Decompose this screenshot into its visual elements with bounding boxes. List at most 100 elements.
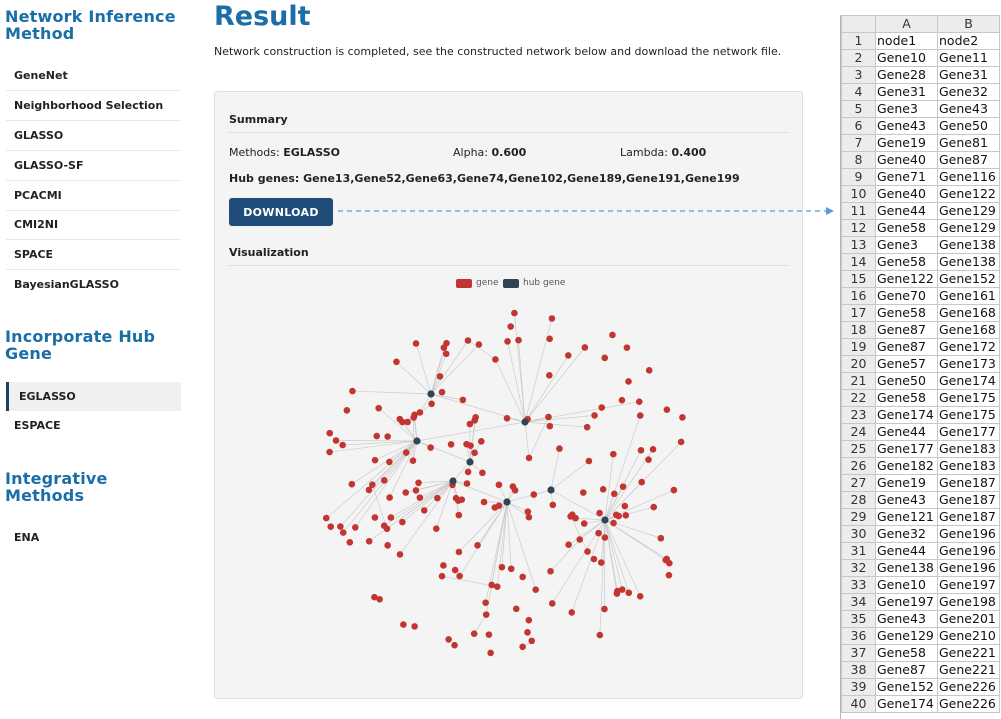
gene-node[interactable]: [583, 423, 591, 431]
gene-node[interactable]: [488, 581, 495, 589]
row-number[interactable]: 37: [841, 644, 876, 662]
cell-node2[interactable]: Gene196: [937, 525, 1000, 543]
gene-node[interactable]: [580, 520, 588, 527]
cell-node1[interactable]: Gene43: [875, 491, 938, 509]
cell-node1[interactable]: Gene174: [875, 695, 938, 713]
gene-node[interactable]: [569, 511, 576, 519]
gene-node[interactable]: [455, 497, 462, 504]
row-number[interactable]: 8: [841, 151, 876, 169]
gene-node[interactable]: [339, 529, 347, 536]
menu-item-glasso-sf[interactable]: GLASSO-SF: [6, 151, 181, 181]
gene-node[interactable]: [601, 354, 609, 362]
gene-node[interactable]: [579, 489, 587, 496]
gene-node[interactable]: [619, 483, 627, 490]
cell-node1[interactable]: Gene44: [875, 423, 938, 441]
row-number[interactable]: 1: [841, 32, 876, 50]
cell-node2[interactable]: Gene122: [937, 185, 1000, 203]
cell-node2[interactable]: Gene138: [937, 236, 1000, 254]
gene-node[interactable]: [657, 534, 665, 542]
row-number[interactable]: 38: [841, 661, 876, 679]
row-number[interactable]: 17: [841, 304, 876, 322]
gene-node[interactable]: [470, 630, 478, 638]
gene-node[interactable]: [576, 536, 584, 543]
gene-node[interactable]: [482, 611, 490, 618]
row-number[interactable]: 34: [841, 593, 876, 611]
gene-node[interactable]: [622, 511, 630, 519]
gene-node[interactable]: [466, 420, 474, 428]
cell-node2[interactable]: Gene87: [937, 151, 1000, 169]
gene-node[interactable]: [478, 438, 485, 445]
cell-node2[interactable]: Gene226: [937, 695, 1000, 713]
gene-node[interactable]: [564, 352, 572, 359]
gene-node[interactable]: [326, 429, 334, 437]
gene-node[interactable]: [442, 350, 450, 358]
gene-node[interactable]: [504, 338, 511, 345]
gene-node[interactable]: [384, 433, 391, 440]
gene-node[interactable]: [346, 539, 354, 546]
gene-node[interactable]: [625, 378, 632, 385]
cell-node2[interactable]: Gene81: [937, 134, 1000, 152]
gene-node[interactable]: [645, 456, 652, 463]
gene-node[interactable]: [585, 457, 593, 465]
hub-gene-node[interactable]: [413, 437, 421, 445]
row-number[interactable]: 40: [841, 695, 876, 713]
gene-node[interactable]: [464, 337, 472, 344]
cell-node2[interactable]: Gene173: [937, 355, 1000, 373]
gene-node[interactable]: [343, 407, 351, 414]
cell-node1[interactable]: Gene10: [875, 49, 938, 67]
row-number[interactable]: 25: [841, 440, 876, 458]
hub-gene-node[interactable]: [601, 516, 609, 524]
cell-node1[interactable]: Gene43: [875, 610, 938, 628]
row-number[interactable]: 19: [841, 338, 876, 356]
gene-node[interactable]: [519, 643, 526, 651]
gene-node[interactable]: [474, 541, 481, 549]
cell-node1[interactable]: Gene174: [875, 406, 938, 424]
cell-node1[interactable]: Gene87: [875, 321, 938, 339]
cell-node2[interactable]: node2: [937, 32, 1000, 50]
gene-node[interactable]: [387, 514, 395, 521]
gene-node[interactable]: [451, 566, 459, 574]
cell-node1[interactable]: Gene152: [875, 678, 938, 696]
cell-node2[interactable]: Gene210: [937, 627, 1000, 645]
gene-node[interactable]: [365, 537, 373, 545]
gene-node[interactable]: [610, 450, 617, 458]
gene-node[interactable]: [532, 586, 540, 593]
gene-node[interactable]: [650, 503, 658, 511]
cell-node1[interactable]: Gene40: [875, 185, 938, 203]
gene-node[interactable]: [596, 631, 604, 639]
gene-node[interactable]: [581, 344, 589, 351]
cell-node2[interactable]: Gene116: [937, 168, 1000, 186]
gene-node[interactable]: [636, 412, 644, 419]
gene-node[interactable]: [491, 504, 499, 511]
gene-node[interactable]: [511, 309, 518, 317]
row-number[interactable]: 23: [841, 406, 876, 424]
gene-node[interactable]: [614, 587, 621, 595]
cell-node1[interactable]: node1: [875, 32, 938, 50]
gene-node[interactable]: [596, 509, 603, 517]
hub-gene-node[interactable]: [503, 498, 511, 506]
cell-node2[interactable]: Gene161: [937, 287, 1000, 305]
cell-node2[interactable]: Gene187: [937, 508, 1000, 526]
gene-node[interactable]: [400, 621, 407, 628]
row-number[interactable]: 4: [841, 83, 876, 101]
cell-node1[interactable]: Gene70: [875, 287, 938, 305]
gene-node[interactable]: [548, 600, 556, 607]
gene-node[interactable]: [645, 367, 653, 374]
gene-node[interactable]: [371, 456, 379, 464]
cell-node1[interactable]: Gene138: [875, 559, 938, 577]
gene-node[interactable]: [445, 636, 452, 643]
gene-node[interactable]: [665, 571, 673, 579]
gene-node[interactable]: [402, 449, 410, 456]
corner-header[interactable]: [841, 15, 876, 33]
gene-node[interactable]: [348, 480, 356, 488]
gene-node[interactable]: [507, 565, 515, 573]
cell-node2[interactable]: Gene196: [937, 559, 1000, 577]
cell-node1[interactable]: Gene19: [875, 134, 938, 152]
gene-node[interactable]: [610, 519, 617, 527]
cell-node1[interactable]: Gene44: [875, 542, 938, 560]
menu-item-espace[interactable]: ESPACE: [6, 411, 181, 441]
row-number[interactable]: 2: [841, 49, 876, 67]
row-number[interactable]: 39: [841, 678, 876, 696]
gene-node[interactable]: [492, 356, 499, 363]
gene-node[interactable]: [436, 373, 444, 380]
